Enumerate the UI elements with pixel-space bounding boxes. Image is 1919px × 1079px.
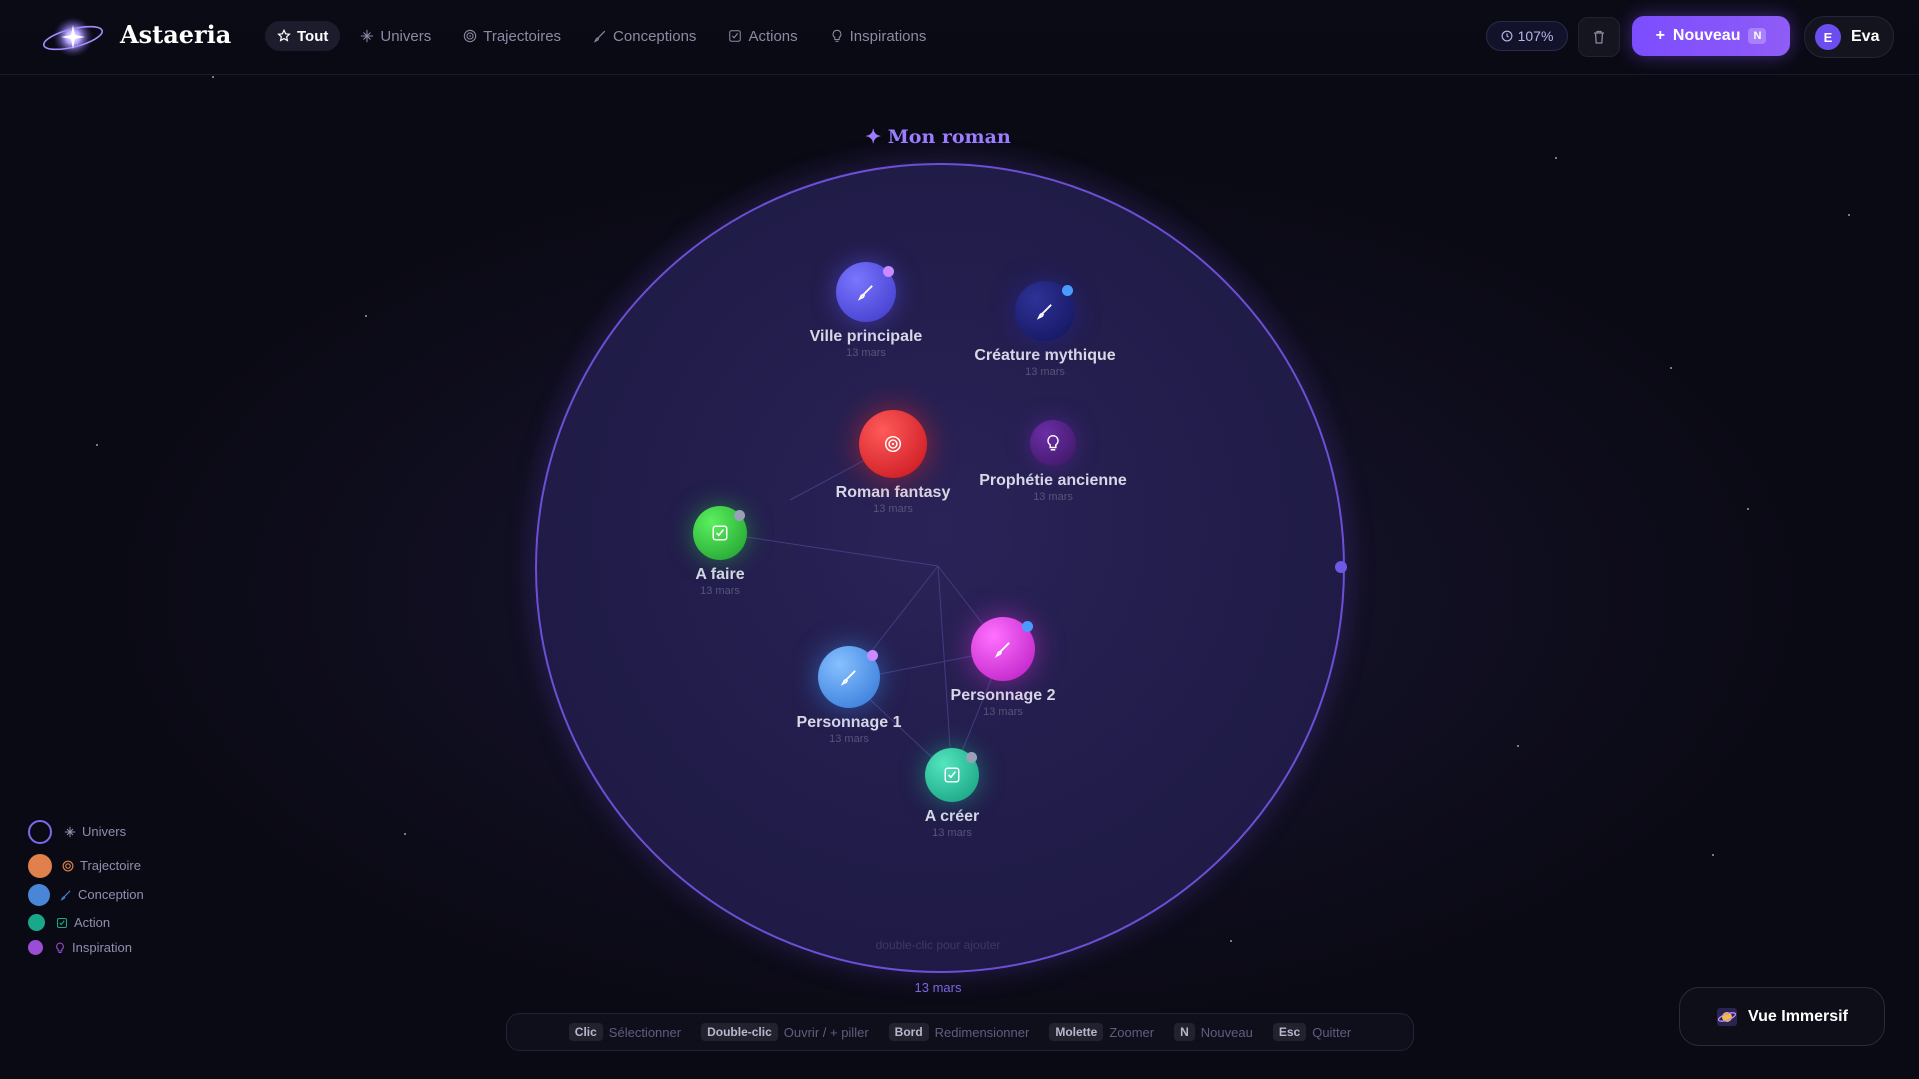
checkbox-icon [56,917,68,928]
brush-icon [994,642,1010,658]
node-orb [1030,420,1076,466]
node-personnage-2[interactable]: Personnage 2 13 mars [903,617,1103,718]
legend-label: Inspiration [72,940,132,955]
node-date: 13 mars [846,347,886,359]
legend-swatch [28,914,45,931]
legend-item: Action [56,915,110,930]
shortcut-item: Molette Zoomer [1049,1023,1154,1041]
brush-icon [840,670,856,686]
legend-label: Action [74,915,111,930]
brush-icon [60,889,71,901]
shortcut-item: Bord Redimensionner [888,1023,1030,1041]
node-label: Personnage 2 [950,687,1056,704]
shortcut-key: Clic [568,1023,603,1041]
node-date: 13 mars [1025,366,1065,378]
lightbulb-icon [56,942,64,953]
node-date: 13 mars [983,706,1023,718]
node-label: Créature mythique [974,347,1116,364]
shortcut-action: Quitter [1312,1024,1352,1040]
node-date: 13 mars [1033,491,1073,503]
shortcut-key: Bord [888,1023,929,1041]
shortcut-action: Ouvrir / + piller [783,1024,869,1040]
immersive-view-label: Vue Immersif [1748,1007,1848,1025]
connection-lines [719,444,1004,777]
target-icon [62,860,74,871]
brush-icon [1036,304,1052,320]
legend-label: Trajectoire [80,858,141,873]
shortcut-item: Clic Sélectionner [568,1023,682,1041]
immersive-view-button[interactable]: Vue Immersif [1679,987,1885,1046]
node-date: 13 mars [932,827,972,839]
shortcut-key: N [1174,1023,1195,1041]
legend-item: Trajectoire [62,858,141,873]
lightbulb-icon [1047,434,1059,451]
shortcut-key: Double-clic [701,1023,778,1041]
node-date: 13 mars [829,733,869,745]
shortcut-action: Nouveau [1200,1024,1253,1040]
node-label: A créer [924,808,980,825]
node-date: 13 mars [873,503,913,515]
node-orb [859,410,927,478]
node-orb [1015,281,1075,341]
legend-item: Conception [60,887,144,902]
node-label: Ville principale [809,328,923,345]
status-dot [1062,285,1073,296]
node-a-faire[interactable]: A faire 13 mars [620,506,820,597]
node-a-creer[interactable]: A créer 13 mars [852,748,1052,839]
status-dot [867,650,878,661]
legend-swatch [28,940,43,955]
status-dot [966,752,977,763]
shortcut-action: Sélectionner [608,1024,682,1040]
shortcut-action: Zoomer [1109,1024,1155,1040]
legend-label: Univers [82,824,127,839]
legend-swatch [28,884,50,906]
legend-label: Conception [78,887,144,902]
shortcut-action: Redimensionner [934,1024,1030,1040]
legend-swatch [28,854,52,878]
node-prophetie-ancienne[interactable]: Prophétie ancienne 13 mars [953,420,1153,503]
status-dot [1022,621,1033,632]
node-label: A faire [695,566,745,583]
shortcuts-bar: Clic Sélectionner Double-clic Ouvrir / + p… [506,1013,1414,1051]
node-creature-mythique[interactable]: Créature mythique 13 mars [945,281,1145,378]
shortcut-item: Esc Quitter [1272,1023,1352,1041]
galaxy-icon [1717,1007,1738,1026]
node-label: Prophétie ancienne [979,472,1127,489]
target-icon [884,435,902,453]
node-orb [836,262,896,322]
node-orb [925,748,979,802]
node-orb [971,617,1035,681]
shortcut-key: Molette [1049,1023,1104,1041]
node-ville-principale[interactable]: Ville principale 13 mars [766,262,966,359]
node-date: 13 mars [700,585,740,597]
sparkle-icon [64,826,76,837]
checkbox-icon [712,525,728,541]
legend-item: Inspiration [54,940,132,955]
brush-icon [857,285,873,301]
checkbox-icon [944,767,960,783]
status-dot [734,510,745,521]
node-orb [693,506,747,560]
legend-item: Univers [64,824,126,839]
shortcut-item: Double-clic Ouvrir / + piller [701,1023,869,1041]
legend-swatch [28,820,52,844]
status-dot [883,266,894,277]
shortcut-key: Esc [1272,1023,1307,1041]
node-orb [818,646,880,708]
shortcut-item: N Nouveau [1174,1023,1253,1041]
